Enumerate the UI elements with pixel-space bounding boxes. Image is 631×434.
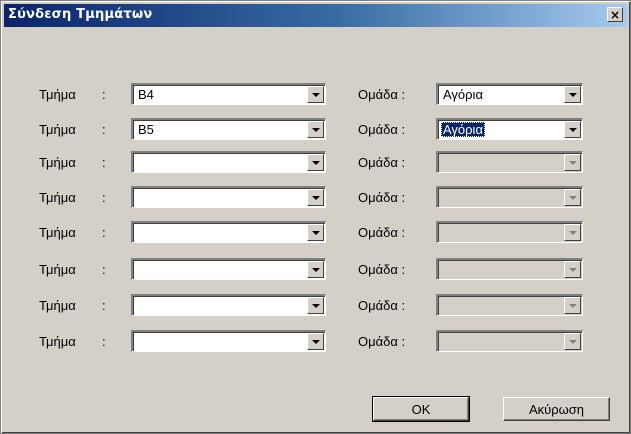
- omada-dropdown-button: [564, 297, 581, 314]
- close-button[interactable]: ×: [607, 7, 623, 22]
- omada-dropdown-button: [564, 224, 581, 241]
- tmima-dropdown-button[interactable]: [307, 224, 324, 241]
- omada-value: Αγόρια: [441, 122, 485, 137]
- chevron-down-icon: [568, 267, 577, 272]
- omada-label: Ομάδα :: [358, 262, 406, 277]
- tmima-label: Τμήμα: [39, 262, 76, 277]
- chevron-down-icon: [311, 195, 320, 200]
- omada-label: Ομάδα :: [358, 155, 406, 170]
- tmima-colon: :: [102, 122, 106, 137]
- tmima-colon: :: [102, 155, 106, 170]
- tmima-label: Τμήμα: [39, 225, 76, 240]
- chevron-down-icon: [311, 230, 320, 235]
- tmima-label: Τμήμα: [39, 122, 76, 137]
- tmima-dropdown-button[interactable]: [307, 121, 324, 138]
- tmima-dropdown-button[interactable]: [307, 189, 324, 206]
- tmima-label: Τμήμα: [39, 334, 76, 349]
- tmima-colon: :: [102, 190, 106, 205]
- cancel-button[interactable]: Ακύρωση: [503, 397, 610, 421]
- chevron-down-icon: [568, 339, 577, 344]
- tmima-dropdown-button[interactable]: [307, 333, 324, 350]
- tmima-combobox[interactable]: [131, 330, 326, 352]
- omada-combobox: [436, 330, 583, 352]
- tmima-colon: :: [102, 298, 106, 313]
- dialog-window: Σύνδεση Τμημάτων × Τμήμα: B4 Ομάδα : Αγόρια…: [0, 0, 631, 434]
- title-bar[interactable]: Σύνδεση Τμημάτων ×: [4, 4, 627, 27]
- chevron-down-icon: [311, 339, 320, 344]
- omada-dropdown-button: [564, 261, 581, 278]
- ok-button[interactable]: OK: [372, 396, 470, 422]
- omada-dropdown-button[interactable]: [564, 86, 581, 103]
- omada-label: Ομάδα :: [358, 190, 406, 205]
- chevron-down-icon: [568, 160, 577, 165]
- tmima-colon: :: [102, 87, 106, 102]
- tmima-colon: :: [102, 225, 106, 240]
- tmima-colon: :: [102, 262, 106, 277]
- chevron-down-icon: [311, 303, 320, 308]
- omada-label: Ομάδα :: [358, 225, 406, 240]
- omada-combobox: [436, 294, 583, 316]
- tmima-combobox[interactable]: [131, 221, 326, 243]
- omada-dropdown-button[interactable]: [564, 121, 581, 138]
- omada-label: Ομάδα :: [358, 298, 406, 313]
- chevron-down-icon: [568, 92, 577, 97]
- window-title: Σύνδεση Τμημάτων: [8, 7, 153, 22]
- omada-combobox: [436, 258, 583, 280]
- omada-label: Ομάδα :: [358, 122, 406, 137]
- tmima-combobox[interactable]: B5: [131, 118, 326, 140]
- tmima-combobox[interactable]: B4: [131, 83, 326, 105]
- close-icon: ×: [609, 7, 621, 22]
- omada-combobox: [436, 221, 583, 243]
- tmima-combobox[interactable]: [131, 151, 326, 173]
- tmima-dropdown-button[interactable]: [307, 154, 324, 171]
- tmima-combobox[interactable]: [131, 186, 326, 208]
- tmima-dropdown-button[interactable]: [307, 86, 324, 103]
- omada-combobox: [436, 151, 583, 173]
- chevron-down-icon: [568, 230, 577, 235]
- omada-combobox: [436, 186, 583, 208]
- omada-label: Ομάδα :: [358, 334, 406, 349]
- chevron-down-icon: [311, 92, 320, 97]
- tmima-label: Τμήμα: [39, 190, 76, 205]
- tmima-combobox[interactable]: [131, 258, 326, 280]
- tmima-value: B5: [138, 122, 154, 137]
- tmima-dropdown-button[interactable]: [307, 261, 324, 278]
- tmima-value: B4: [138, 87, 154, 102]
- tmima-dropdown-button[interactable]: [307, 297, 324, 314]
- omada-value: Αγόρια: [443, 87, 483, 102]
- tmima-combobox[interactable]: [131, 294, 326, 316]
- chevron-down-icon: [568, 303, 577, 308]
- chevron-down-icon: [568, 195, 577, 200]
- omada-dropdown-button: [564, 333, 581, 350]
- tmima-label: Τμήμα: [39, 87, 76, 102]
- omada-combobox[interactable]: Αγόρια: [436, 83, 583, 105]
- chevron-down-icon: [311, 160, 320, 165]
- tmima-colon: :: [102, 334, 106, 349]
- tmima-label: Τμήμα: [39, 155, 76, 170]
- tmima-label: Τμήμα: [39, 298, 76, 313]
- omada-dropdown-button: [564, 189, 581, 206]
- chevron-down-icon: [311, 267, 320, 272]
- chevron-down-icon: [568, 127, 577, 132]
- omada-dropdown-button: [564, 154, 581, 171]
- omada-label: Ομάδα :: [358, 87, 406, 102]
- chevron-down-icon: [311, 127, 320, 132]
- omada-combobox[interactable]: Αγόρια: [436, 118, 583, 140]
